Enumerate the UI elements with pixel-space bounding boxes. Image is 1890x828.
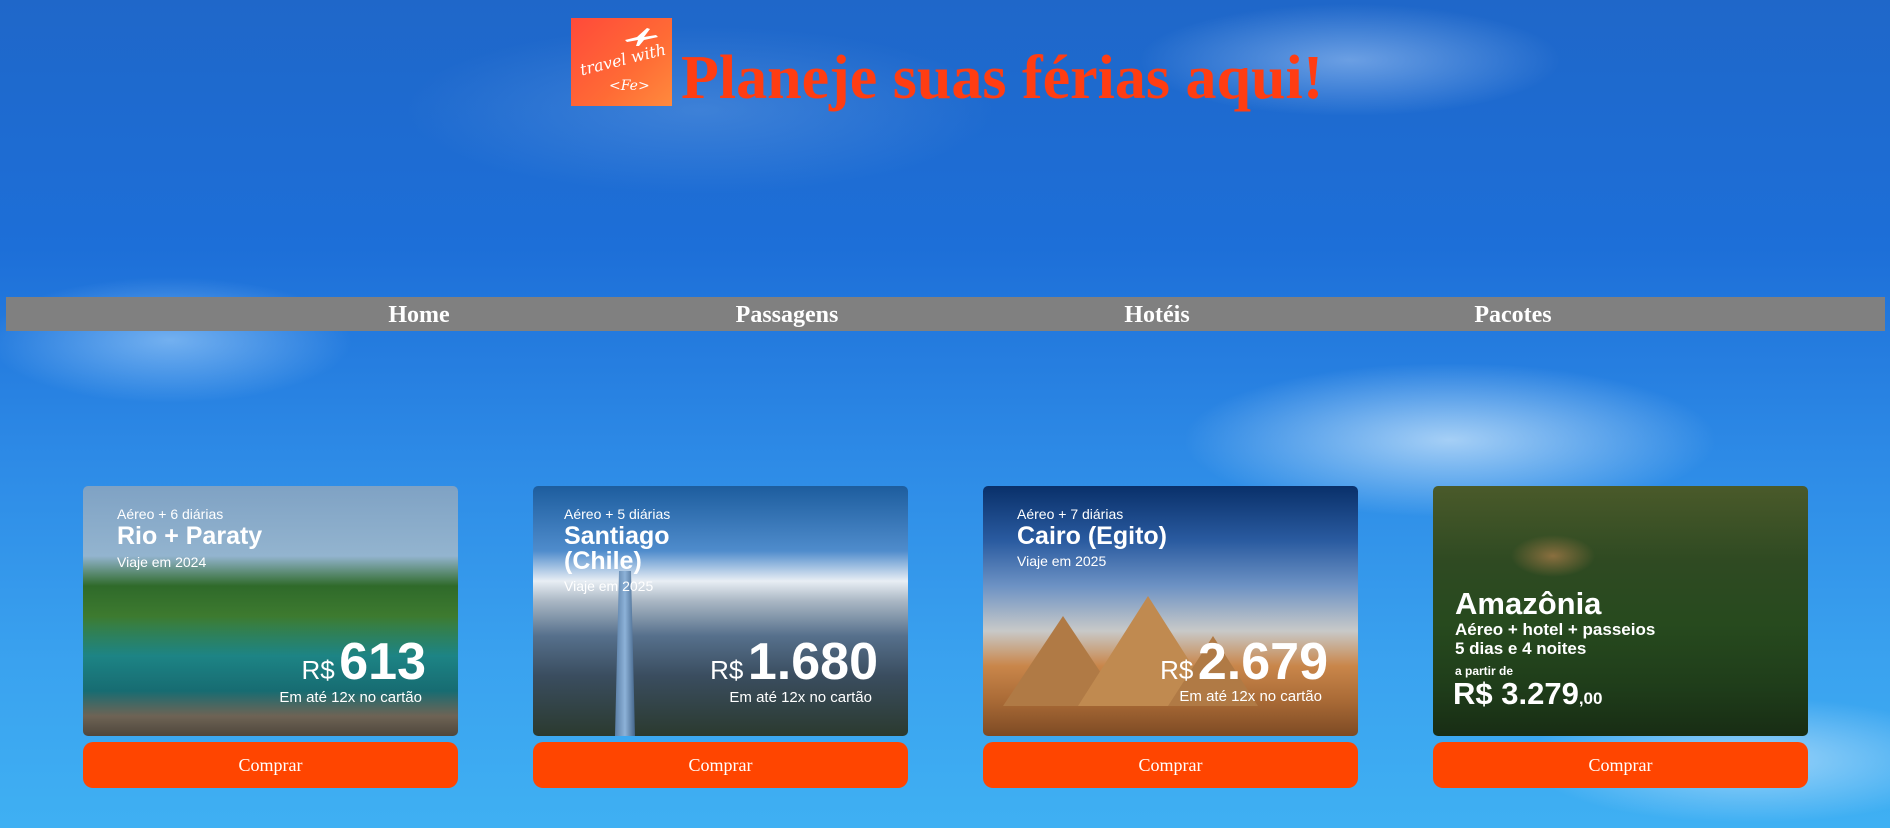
buy-button[interactable]: Comprar [1433, 742, 1808, 788]
package-details-line1: Aéreo + hotel + passeios [1455, 620, 1656, 639]
package-price: R$ 3.279,00 [1453, 676, 1603, 711]
package-destination-line2: (Chile) [564, 547, 642, 575]
package-year: Viaje em 2024 [117, 554, 207, 570]
package-price: R$ 1.680 [710, 633, 878, 691]
package-installments: Em até 12x no cartão [1179, 688, 1322, 705]
logo-text-line2: <Fe> [609, 78, 650, 94]
package-card-cairo: Aéreo + 7 diárias Cairo (Egito) Viaje em… [983, 486, 1358, 788]
package-card-santiago: Aéreo + 5 diárias Santiago (Chile) Viaje… [533, 486, 908, 788]
package-details-line2: 5 dias e 4 noites [1455, 639, 1587, 658]
nav-pacotes[interactable]: Pacotes [1474, 297, 1551, 333]
package-year: Viaje em 2025 [1017, 553, 1107, 569]
package-destination: Rio + Paraty [117, 522, 263, 550]
skyscraper [615, 571, 635, 736]
buy-button[interactable]: Comprar [83, 742, 458, 788]
buy-button[interactable]: Comprar [533, 742, 908, 788]
package-price: R$ 613 [301, 633, 426, 691]
site-header: travel with <Fe> Planeje suas férias aqu… [571, 18, 1323, 109]
package-installments: Em até 12x no cartão [279, 689, 422, 706]
page-title: Planeje suas férias aqui! [681, 44, 1324, 112]
package-tag: Aéreo + 5 diárias [564, 506, 671, 522]
package-price: R$ 2.679 [1160, 633, 1328, 691]
package-destination: Cairo (Egito) [1017, 522, 1167, 550]
nav-home[interactable]: Home [388, 297, 449, 333]
package-tag: Aéreo + 7 diárias [1017, 506, 1124, 522]
package-image-cairo[interactable]: Aéreo + 7 diárias Cairo (Egito) Viaje em… [983, 486, 1358, 736]
package-tag: Aéreo + 6 diárias [117, 506, 224, 522]
package-card-amazonia: Amazônia Aéreo + hotel + passeios 5 dias… [1433, 486, 1808, 788]
package-installments: Em até 12x no cartão [729, 689, 872, 706]
nav-passagens[interactable]: Passagens [736, 297, 839, 333]
package-destination: Amazônia [1455, 586, 1602, 621]
nav-hoteis[interactable]: Hotéis [1124, 297, 1189, 333]
main-nav: Home Passagens Hotéis Pacotes [6, 297, 1885, 331]
package-year: Viaje em 2025 [564, 578, 654, 594]
package-card-rio-paraty: Aéreo + 6 diárias Rio + Paraty Viaje em … [83, 486, 458, 788]
package-image-amazonia[interactable]: Amazônia Aéreo + hotel + passeios 5 dias… [1433, 486, 1808, 736]
package-image-rio-paraty[interactable]: Aéreo + 6 diárias Rio + Paraty Viaje em … [83, 486, 458, 736]
package-destination-line1: Santiago [564, 522, 670, 550]
logo[interactable]: travel with <Fe> [571, 18, 672, 106]
package-image-santiago[interactable]: Aéreo + 5 diárias Santiago (Chile) Viaje… [533, 486, 908, 736]
buy-button[interactable]: Comprar [983, 742, 1358, 788]
